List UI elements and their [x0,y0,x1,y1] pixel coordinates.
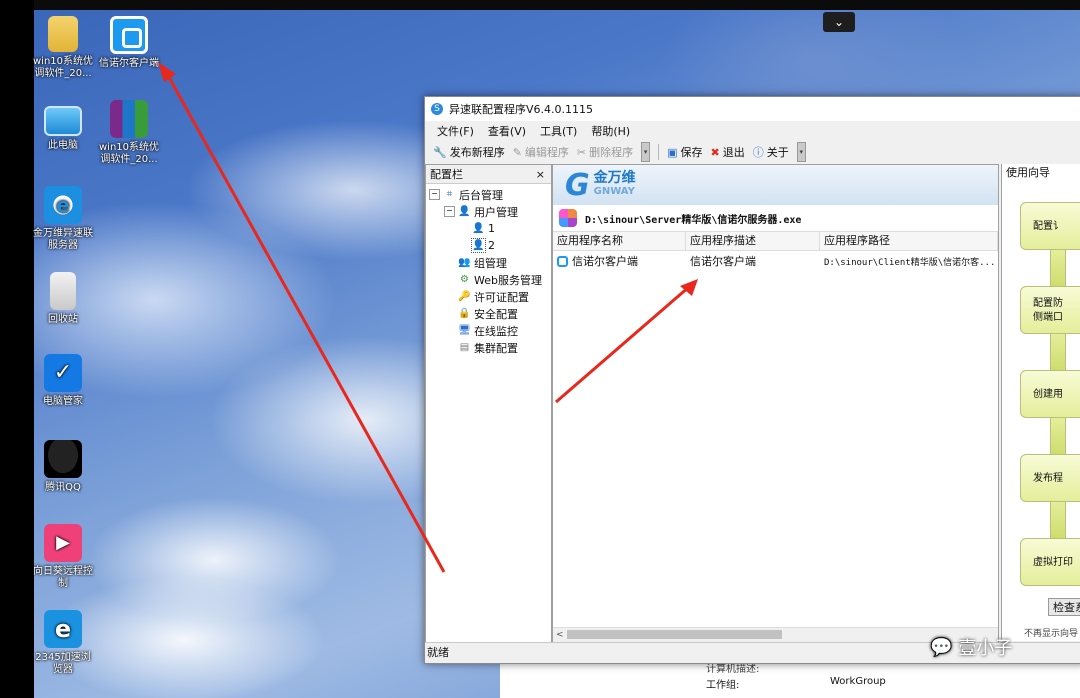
watermark: 💬 壹小子 [930,634,1012,660]
annotation-arrow-line [555,284,691,404]
annotation-arrow-line [164,71,446,573]
annotation-arrows [158,62,698,573]
watermark-text: 壹小子 [958,638,1013,659]
wechat-icon: 💬 [930,636,953,658]
annotation-arrowhead [158,62,176,82]
